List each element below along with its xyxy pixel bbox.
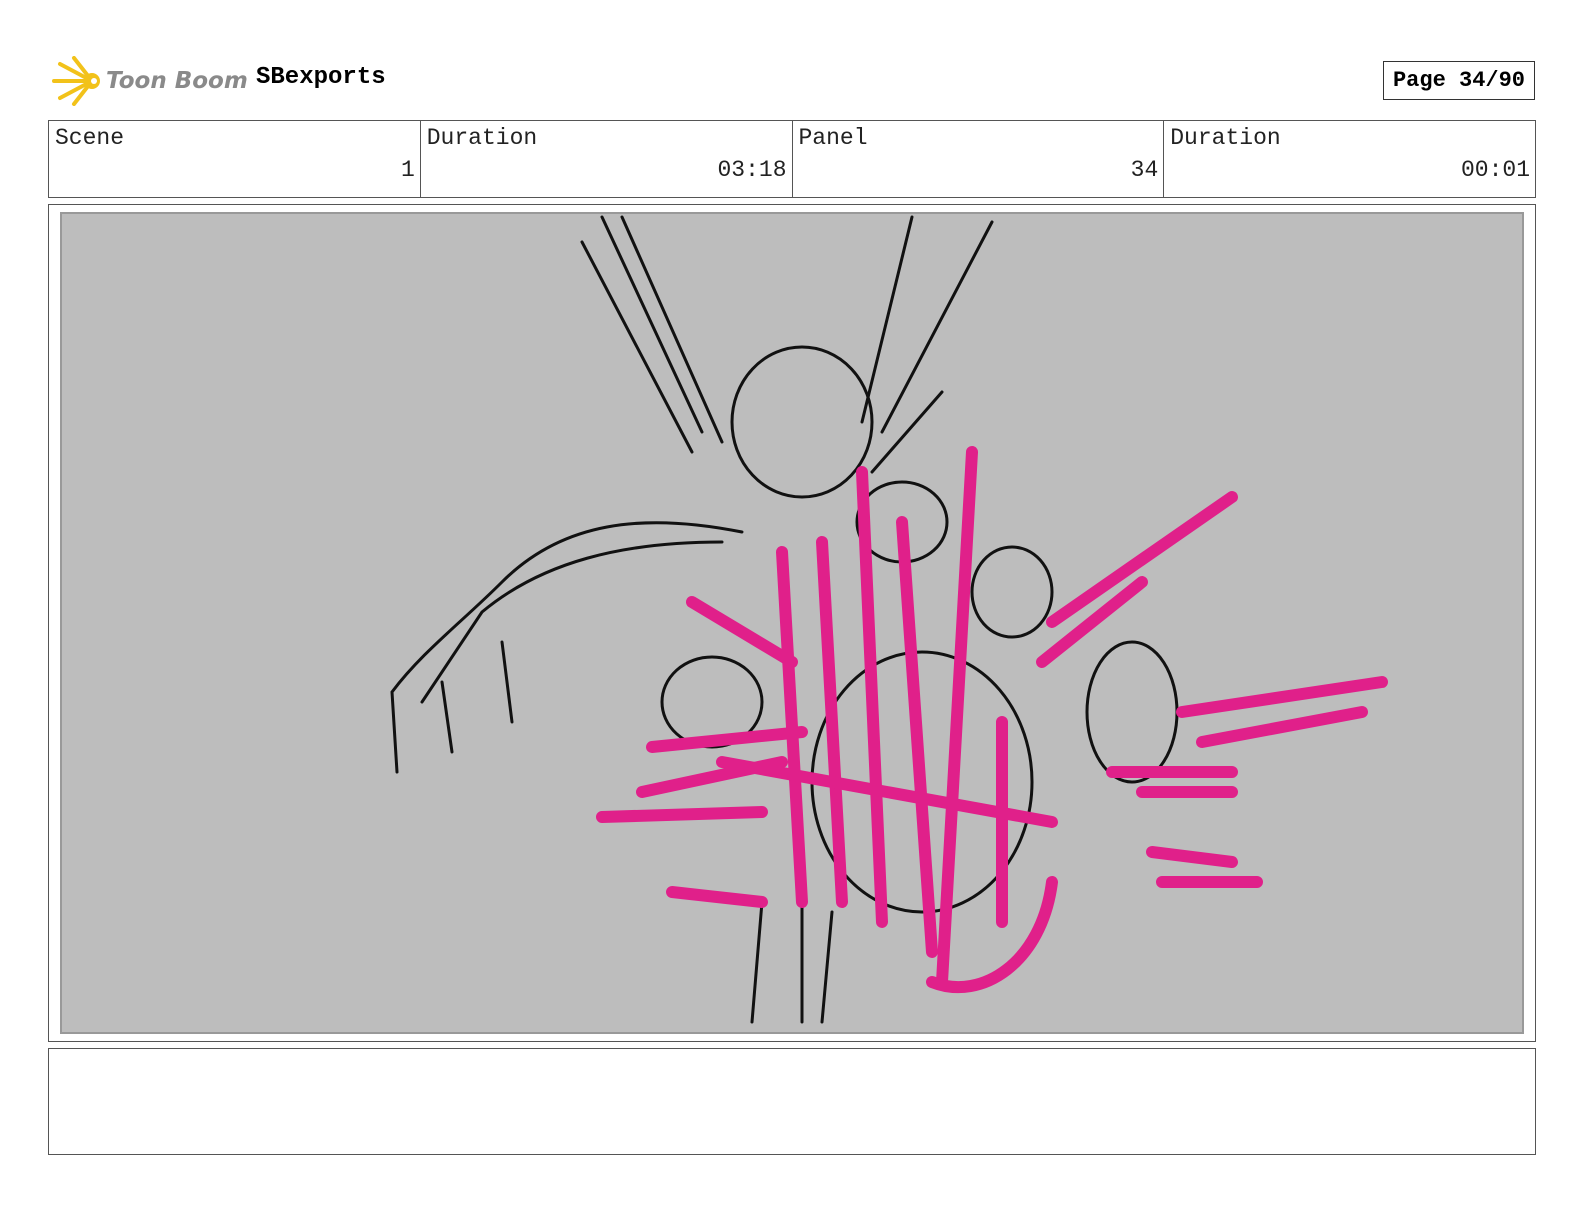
panel-duration-value: 00:01 — [1460, 157, 1530, 183]
scene-duration-label: Duration — [426, 125, 538, 151]
scene-duration-cell: Duration 03:18 — [421, 121, 793, 197]
page-number: Page 34/90 — [1383, 61, 1535, 100]
panel-label: Panel — [798, 125, 868, 151]
toon-boom-logo: Toon Boom — [50, 56, 248, 106]
scene-cell: Scene 1 — [49, 121, 421, 197]
panel-duration-cell: Duration 00:01 — [1164, 121, 1535, 197]
storyboard-sketch — [60, 212, 1524, 1034]
panel-duration-label: Duration — [1170, 125, 1281, 151]
panel-cell: Panel 34 — [793, 121, 1165, 197]
panel-info-table: Scene 1 Duration 03:18 Panel 34 Duration 00:… — [48, 120, 1536, 198]
scene-label: Scene — [55, 125, 125, 151]
scene-value: 1 — [400, 157, 415, 183]
project-title: SBexports — [256, 64, 386, 91]
starburst-icon — [52, 56, 100, 106]
sketch-drawing — [390, 215, 1388, 1024]
panel-notes-box — [48, 1048, 1536, 1155]
panel-value: 34 — [1130, 157, 1159, 183]
logo-text: Toon Boom — [106, 68, 248, 94]
scene-duration-value: 03:18 — [717, 157, 787, 183]
